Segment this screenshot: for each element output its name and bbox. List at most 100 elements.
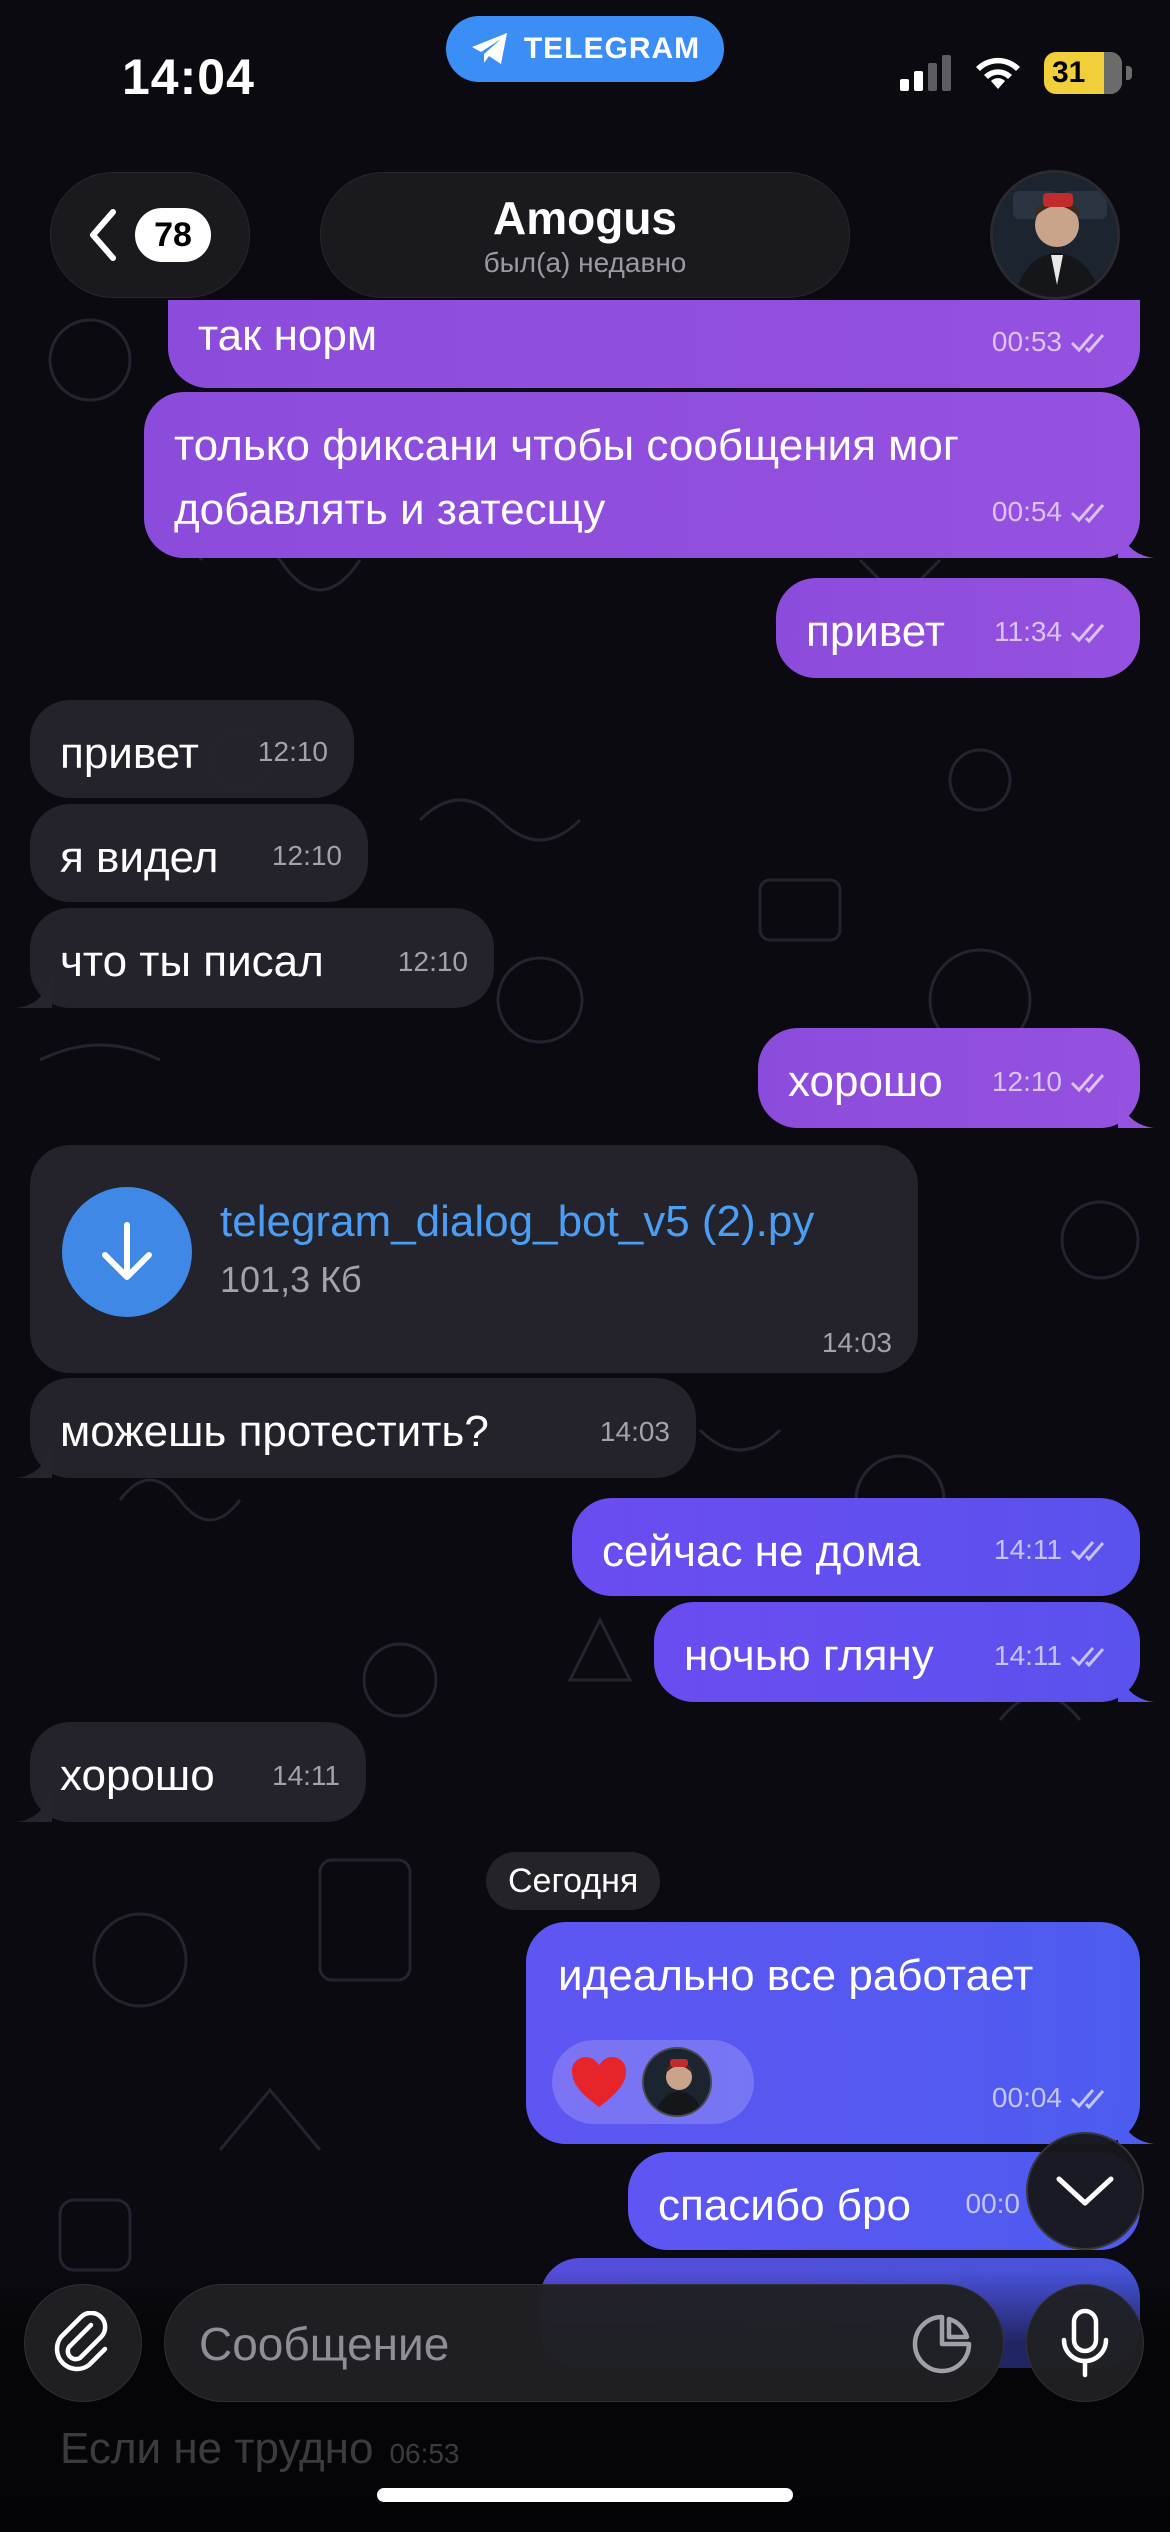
avatar-image [993,173,1117,297]
message-meta: 14:03 [822,1327,892,1359]
home-indicator [377,2488,793,2502]
message-meta: 12:10 [992,1050,1114,1114]
message-text: сейчас не дома [602,1527,921,1576]
wifi-icon [976,57,1020,89]
heart-icon [572,2057,626,2107]
message-meta: 14:11 [994,1624,1114,1688]
file-message[interactable]: telegram_dialog_bot_v5 (2).py 101,3 Кб 1… [30,1145,918,1373]
message-bubble-outgoing[interactable]: хорошо 12:10 [758,1028,1154,1128]
back-chevron-icon [90,209,116,261]
double-check-icon [1070,1647,1105,1668]
chat-title-pill[interactable]: Amogus был(а) недавно [320,172,850,298]
message-meta: 14:11 [272,1744,340,1808]
ghost-message-text: Если не трудно [60,2424,374,2473]
message-input-field[interactable] [164,2284,1004,2402]
message-time: 00:53 [991,326,1062,357]
reaction-avatar-image [644,2049,710,2115]
message-time: 14:03 [821,1327,892,1358]
message-meta: 12:10 [258,720,328,784]
date-separator: Сегодня [486,1852,661,1910]
signal-icon [900,55,951,91]
file-download-button[interactable] [62,1187,192,1317]
message-time: 00:54 [991,496,1062,527]
message-text: привет [60,729,199,778]
message-meta: 14:11 [994,1518,1114,1582]
message-time: 14:11 [994,1534,1062,1565]
message-meta: 11:34 [994,600,1114,664]
message-bubble-incoming[interactable]: хорошо 14:11 [16,1722,366,1822]
chat-status: был(а) недавно [483,247,687,278]
message-reactions[interactable] [552,2040,754,2124]
back-button[interactable]: 78 [50,172,250,298]
message-meta: 00:53 [992,310,1114,374]
message-bubble-incoming[interactable]: я видел 12:10 [30,804,368,902]
double-check-icon [1070,1073,1105,1094]
download-arrow-icon [102,1222,152,1280]
message-bubble-outgoing[interactable]: так норм 00:53 [168,300,1140,388]
bubble-tail [1118,1662,1154,1702]
scroll-down-chevron-icon [1056,2176,1114,2206]
double-check-icon [1070,503,1105,524]
message-meta: 12:10 [398,930,468,994]
message-text: идеально все работает [558,1951,1034,2000]
bubble-tail [1118,1088,1154,1128]
message-text: можешь протестить? [60,1407,489,1456]
status-time: 14:04 [122,49,255,105]
message-text: хорошо [60,1751,215,1800]
bubble-tail [1118,2104,1154,2144]
message-time: 12:10 [991,1066,1062,1097]
message-text: хорошо [788,1057,943,1106]
message-time: 12:10 [271,840,342,871]
chat-title: Amogus [493,192,677,244]
message-time: 14:11 [272,1760,340,1791]
message-bubble-outgoing[interactable]: ночью гляну 14:11 [654,1602,1154,1702]
file-name[interactable]: telegram_dialog_bot_v5 (2).py [220,1197,814,1247]
message-time: 11:34 [994,616,1062,647]
message-meta: 00:54 [992,480,1114,544]
unread-count-badge: 78 [135,208,211,262]
message-text: так норм [198,311,378,360]
status-bar: 14:04 TELEGRAM 31 [0,0,1170,150]
sticker-icon[interactable] [911,2313,973,2375]
voice-record-button[interactable] [1026,2284,1144,2402]
telegram-plane-icon [471,33,507,64]
file-size: 101,3 Кб [220,1259,362,1300]
telegram-pill-label: TELEGRAM [523,32,701,65]
message-bubble-incoming[interactable]: можешь протестить? 14:03 [16,1378,696,1478]
message-time: 00:04 [991,2082,1062,2113]
double-check-icon [1070,623,1105,644]
double-check-icon [1070,1541,1105,1562]
message-time: 12:10 [257,736,328,767]
contact-avatar[interactable] [990,170,1120,300]
attach-button[interactable] [24,2284,142,2402]
message-meta: 12:10 [272,824,342,888]
message-bubble-incoming[interactable]: привет 12:10 [30,700,354,798]
bubble-tail [1118,518,1154,558]
message-bubble-incoming[interactable]: что ты писал 12:10 [16,908,494,1008]
microphone-icon [1061,2308,1109,2378]
message-bubble-outgoing[interactable]: сейчас не дома 14:11 [572,1498,1140,1596]
message-time: 14:03 [599,1416,670,1447]
ghost-message-preview: Если не трудно 06:53 [60,2424,460,2474]
message-meta: 00:0 [966,2172,1021,2236]
battery-level: 31 [1052,56,1086,89]
message-text: я видел [60,833,219,882]
message-time: 00:0 [965,2188,1021,2219]
telegram-pill[interactable]: TELEGRAM [446,16,724,82]
message-text: привет [806,607,945,656]
message-time: 14:11 [994,1640,1062,1671]
message-text: что ты писал [60,937,324,986]
bubble-tail [16,1782,52,1822]
message-bubble-outgoing[interactable]: только фиксани чтобы сообщения мог добав… [144,392,1154,558]
message-bubble-outgoing[interactable]: привет 11:34 [776,578,1140,678]
message-text: ночью гляну [684,1631,934,1680]
status-icons: 31 [900,52,1132,94]
message-input[interactable] [199,2311,899,2377]
scroll-down-button[interactable] [1026,2132,1144,2250]
battery-icon: 31 [1044,52,1132,94]
reaction-avatar [642,2047,712,2117]
double-check-icon [1070,333,1105,354]
message-text: только фиксани чтобы сообщения мог добав… [174,421,959,534]
message-meta: 14:03 [600,1400,670,1464]
message-composer: Если не трудно 06:53 [0,2270,1170,2532]
